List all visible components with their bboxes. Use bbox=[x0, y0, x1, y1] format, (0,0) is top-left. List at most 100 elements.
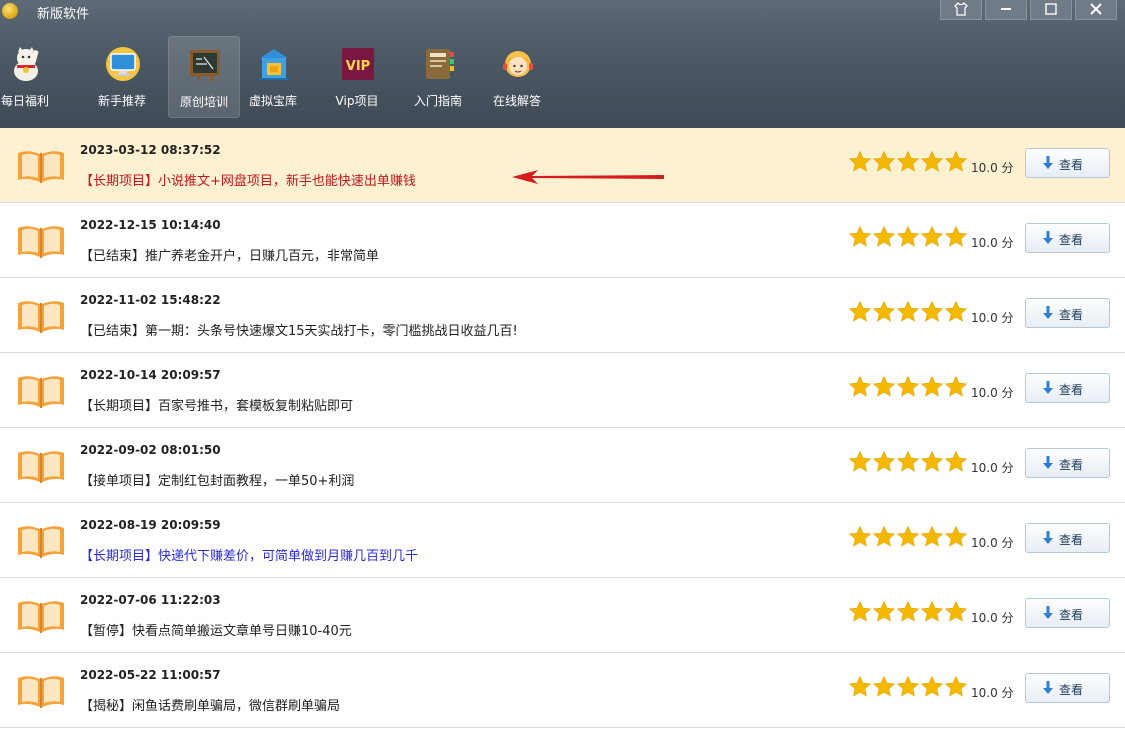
list-item[interactable]: 2023-03-12 08:37:52 【长期项目】小说推文+网盘项目，新手也能… bbox=[0, 128, 1125, 203]
open-book-icon bbox=[18, 676, 64, 708]
star-icon bbox=[872, 225, 896, 249]
star-icon bbox=[896, 450, 920, 474]
star-icon bbox=[896, 150, 920, 174]
maximize-icon bbox=[1045, 3, 1057, 15]
star-icon bbox=[848, 675, 872, 699]
building-icon bbox=[259, 49, 289, 80]
guide-book-icon bbox=[426, 49, 454, 79]
star-icon bbox=[896, 675, 920, 699]
item-date: 2022-10-14 20:09:57 bbox=[80, 368, 221, 382]
item-title[interactable]: 【长期项目】百家号推书，套模板复制粘贴即可 bbox=[80, 395, 353, 414]
star-icon bbox=[920, 675, 944, 699]
star-icon bbox=[944, 600, 968, 624]
app-logo-icon bbox=[2, 3, 18, 19]
list-item[interactable]: 2022-12-15 10:14:40 【已结束】推广养老金开户，日赚几百元，非… bbox=[0, 203, 1125, 278]
toolbar-item-daily-benefits[interactable]: 每日福利 bbox=[0, 36, 60, 116]
item-score: 10.0 分 bbox=[971, 236, 1014, 250]
download-arrow-icon bbox=[1043, 681, 1053, 694]
download-arrow-icon bbox=[1043, 231, 1053, 244]
star-icon bbox=[920, 375, 944, 399]
item-title[interactable]: 【揭秘】闲鱼话费刷单骗局，微信群刷单骗局 bbox=[80, 695, 340, 714]
star-icon bbox=[944, 225, 968, 249]
toolbar-item-getting-started[interactable]: 入门指南 bbox=[403, 36, 473, 116]
toolbar-item-label: Vip项目 bbox=[335, 94, 379, 108]
item-title[interactable]: 【暂停】快看点简单搬运文章单号日赚10-40元 bbox=[80, 620, 352, 639]
view-button-label: 查看 bbox=[1059, 383, 1084, 397]
view-button-label: 查看 bbox=[1059, 683, 1084, 697]
toolbar-item-label: 每日福利 bbox=[0, 94, 49, 108]
star-icon bbox=[872, 600, 896, 624]
toolbar-item-label: 原创培训 bbox=[179, 95, 228, 109]
item-title[interactable]: 【长期项目】快递代下赚差价，可简单做到月赚几百到几千 bbox=[80, 545, 418, 564]
star-icon bbox=[896, 375, 920, 399]
view-button[interactable]: 查看 bbox=[1025, 598, 1110, 628]
list-item[interactable]: 2022-08-19 20:09:59 【长期项目】快递代下赚差价，可简单做到月… bbox=[0, 503, 1125, 578]
view-button[interactable]: 查看 bbox=[1025, 673, 1110, 703]
view-button[interactable]: 查看 bbox=[1025, 223, 1110, 253]
item-title[interactable]: 【长期项目】小说推文+网盘项目，新手也能快速出单赚钱 bbox=[80, 170, 416, 189]
view-button[interactable]: 查看 bbox=[1025, 373, 1110, 403]
list-item[interactable]: 2022-07-06 11:22:03 【暂停】快看点简单搬运文章单号日赚10-… bbox=[0, 578, 1125, 653]
toolbar-item-label: 入门指南 bbox=[413, 94, 462, 108]
star-icon bbox=[872, 525, 896, 549]
item-title[interactable]: 【已结束】第一期：头条号快速爆文15天实战打卡，零门槛挑战日收益几百! bbox=[80, 320, 518, 339]
shirt-icon bbox=[954, 2, 968, 16]
app-header: 新版软件 每日福利 新手推荐 原创培训 虚拟宝库 VIP Vip项目 入门指南 … bbox=[0, 0, 1125, 128]
item-score: 10.0 分 bbox=[971, 311, 1014, 325]
list-item[interactable]: 2022-09-02 08:01:50 【接单项目】定制红包封面教程，一单50+… bbox=[0, 428, 1125, 503]
star-icon bbox=[944, 150, 968, 174]
download-arrow-icon bbox=[1043, 606, 1053, 619]
star-icon bbox=[848, 300, 872, 324]
star-icon bbox=[920, 525, 944, 549]
star-icon bbox=[848, 225, 872, 249]
item-title[interactable]: 【接单项目】定制红包封面教程，一单50+利润 bbox=[80, 470, 354, 489]
star-icon bbox=[944, 450, 968, 474]
star-icon bbox=[848, 525, 872, 549]
rating-stars bbox=[848, 525, 968, 549]
download-arrow-icon bbox=[1043, 456, 1053, 469]
star-icon bbox=[944, 675, 968, 699]
view-button-label: 查看 bbox=[1059, 158, 1084, 172]
toolbar-item-vip-projects[interactable]: VIP Vip项目 bbox=[322, 36, 392, 116]
toolbar-item-virtual-treasury[interactable]: 虚拟宝库 bbox=[238, 36, 308, 116]
toolbar-item-label: 虚拟宝库 bbox=[248, 94, 297, 108]
minimize-button[interactable] bbox=[985, 0, 1027, 20]
view-button-label: 查看 bbox=[1059, 458, 1084, 472]
maximize-button[interactable] bbox=[1030, 0, 1072, 20]
toolbar-item-online-support[interactable]: 在线解答 bbox=[482, 36, 552, 116]
star-icon bbox=[896, 225, 920, 249]
toolbar-item-original-training[interactable]: 原创培训 bbox=[168, 36, 240, 118]
open-book-icon bbox=[18, 151, 64, 183]
view-button[interactable]: 查看 bbox=[1025, 298, 1110, 328]
lucky-cat-icon bbox=[14, 47, 39, 81]
star-icon bbox=[848, 375, 872, 399]
close-button[interactable] bbox=[1075, 0, 1117, 20]
item-score: 10.0 分 bbox=[971, 611, 1014, 625]
view-button[interactable]: 查看 bbox=[1025, 523, 1110, 553]
list-item[interactable]: 2022-11-02 15:48:22 【已结束】第一期：头条号快速爆文15天实… bbox=[0, 278, 1125, 353]
view-button[interactable]: 查看 bbox=[1025, 148, 1110, 178]
toolbar-item-label: 在线解答 bbox=[492, 94, 541, 108]
download-arrow-icon bbox=[1043, 381, 1053, 394]
item-date: 2022-08-19 20:09:59 bbox=[80, 518, 221, 532]
view-button[interactable]: 查看 bbox=[1025, 448, 1110, 478]
annotation-arrow bbox=[512, 170, 664, 184]
star-icon bbox=[920, 600, 944, 624]
view-button-label: 查看 bbox=[1059, 233, 1084, 247]
list-item[interactable]: 2022-10-14 20:09:57 【长期项目】百家号推书，套模板复制粘贴即… bbox=[0, 353, 1125, 428]
list-item[interactable]: 2022-05-22 11:00:57 【揭秘】闲鱼话费刷单骗局，微信群刷单骗局… bbox=[0, 653, 1125, 728]
item-title[interactable]: 【已结束】推广养老金开户，日赚几百元，非常简单 bbox=[80, 245, 379, 264]
skin-button[interactable] bbox=[940, 0, 982, 20]
star-icon bbox=[848, 600, 872, 624]
item-score: 10.0 分 bbox=[971, 461, 1014, 475]
item-date: 2022-05-22 11:00:57 bbox=[80, 668, 221, 682]
item-date: 2023-03-12 08:37:52 bbox=[80, 143, 221, 157]
star-icon bbox=[872, 450, 896, 474]
blackboard-icon bbox=[190, 50, 220, 81]
toolbar-item-beginner-picks[interactable]: 新手推荐 bbox=[87, 36, 157, 116]
star-icon bbox=[848, 450, 872, 474]
open-book-icon bbox=[18, 226, 64, 258]
title-bar: 新版软件 bbox=[0, 0, 1125, 22]
star-icon bbox=[872, 300, 896, 324]
star-icon bbox=[920, 150, 944, 174]
